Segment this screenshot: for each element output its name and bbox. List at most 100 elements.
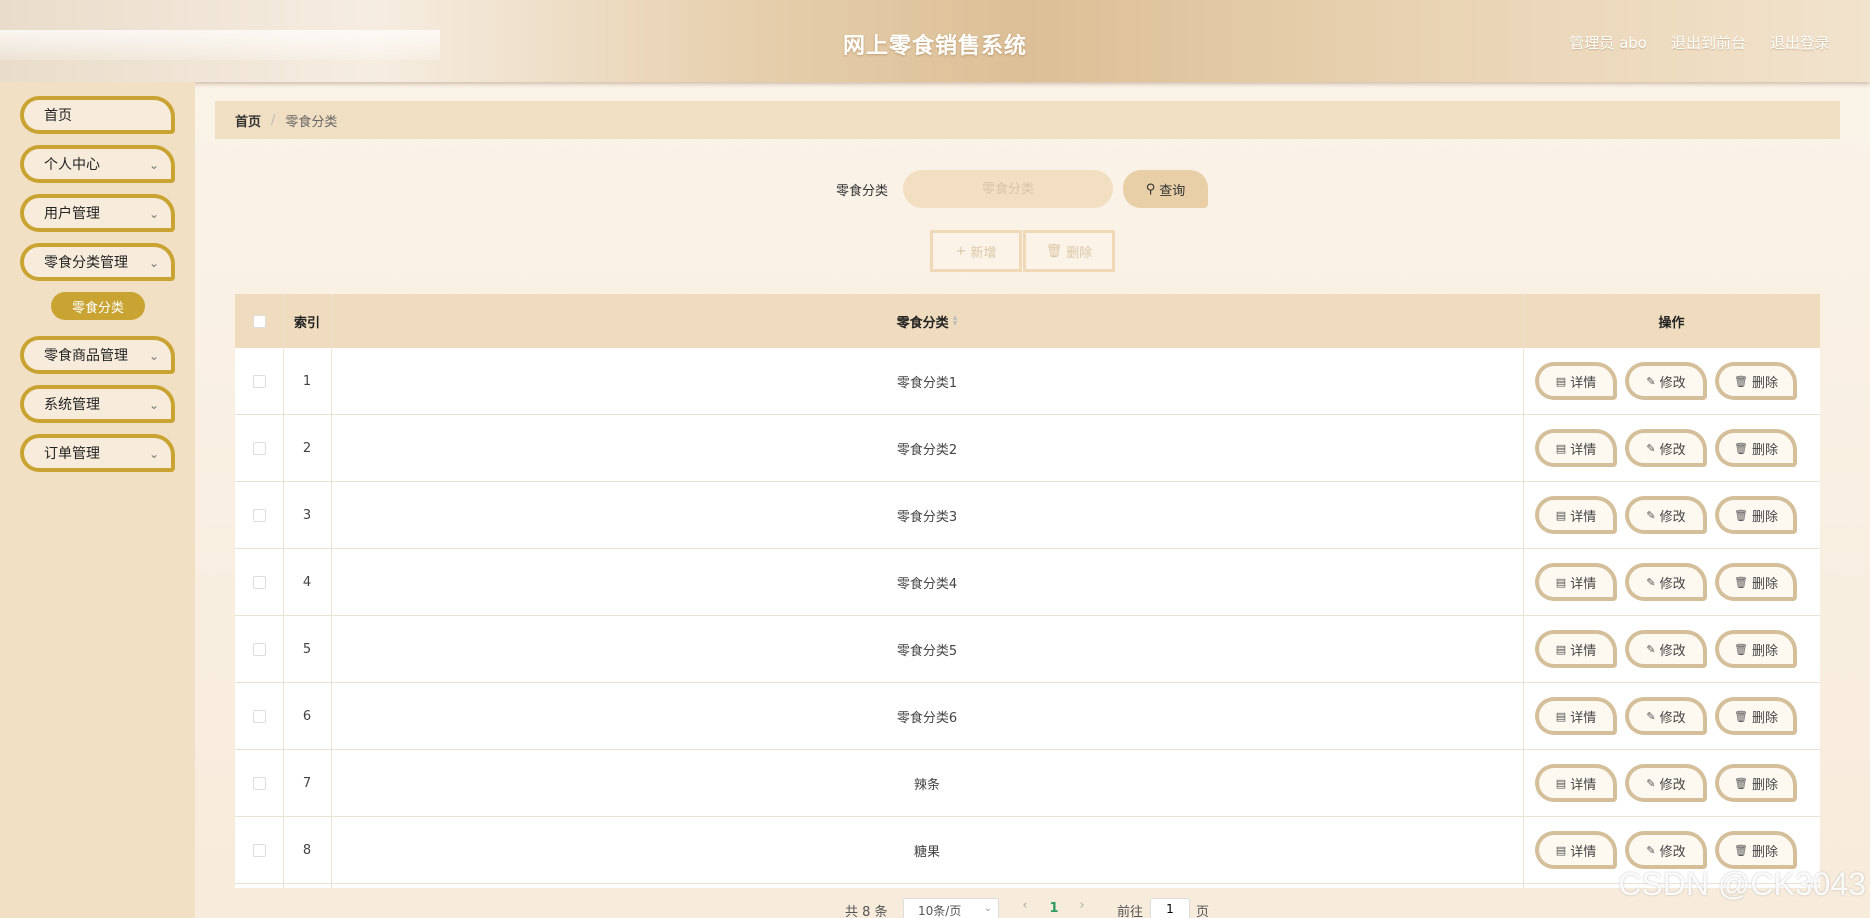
row-checkbox[interactable] (252, 844, 266, 857)
delete-button[interactable]: 🗑 删除 (1715, 630, 1797, 668)
table-row: 2 零食分类2 ▤ 详情 ✎ 修改 🗑 删除 (235, 415, 1820, 482)
delete-button-label: 删除 (1751, 643, 1778, 659)
edit-button-label: 修改 (1659, 710, 1686, 726)
delete-button[interactable]: 🗑 删除 (1715, 764, 1797, 802)
chevron-up-icon: ⌄ (148, 256, 159, 270)
row-checkbox[interactable] (252, 442, 266, 455)
edit-button[interactable]: ✎ 修改 (1625, 764, 1707, 802)
breadcrumb-current: 零食分类 (285, 114, 338, 130)
sidebar-item-product-management[interactable]: 零食商品管理 ⌄ (20, 336, 175, 374)
row-checkbox[interactable] (252, 643, 266, 656)
row-checkbox[interactable] (252, 509, 266, 522)
table-row: 7 辣条 ▤ 详情 ✎ 修改 🗑 删除 (235, 750, 1820, 817)
detail-button[interactable]: ▤ 详情 (1535, 362, 1617, 400)
detail-button[interactable]: ▤ 详情 (1535, 563, 1617, 601)
edit-button[interactable]: ✎ 修改 (1625, 362, 1707, 400)
edit-button[interactable]: ✎ 修改 (1625, 630, 1707, 668)
detail-button[interactable]: ▤ 详情 (1535, 831, 1617, 869)
batch-delete-button[interactable]: 🗑 删除 (1023, 230, 1115, 272)
edit-button-label: 修改 (1659, 576, 1686, 592)
delete-button[interactable]: 🗑 删除 (1715, 496, 1797, 534)
breadcrumb-home[interactable]: 首页 (235, 111, 261, 130)
next-page-icon[interactable]: › (1071, 898, 1093, 918)
search-button[interactable]: ⚲ 查询 (1123, 170, 1208, 208)
pagination: 共 8 条 10条/页 ⌄ ‹ 1 › 前往 页 (0, 898, 1870, 918)
header-category[interactable]: 零食分类 ▲ ▼ (331, 294, 1523, 348)
row-index: 6 (302, 709, 312, 724)
detail-button[interactable]: ▤ 详情 (1535, 697, 1617, 735)
delete-button[interactable]: 🗑 删除 (1715, 429, 1797, 467)
sidebar-item-user-management[interactable]: 用户管理 ⌄ (20, 194, 175, 232)
search-label: 零食分类 (836, 184, 889, 199)
submenu-item-category[interactable]: 零食分类 (51, 292, 145, 320)
edit-button-label: 修改 (1659, 375, 1686, 391)
add-button-label: 新增 (970, 245, 997, 261)
sidebar-item-personal-center[interactable]: 个人中心 ⌄ (20, 145, 175, 183)
edit-button[interactable]: ✎ 修改 (1625, 563, 1707, 601)
page-number[interactable]: 1 (1040, 898, 1068, 918)
edit-button[interactable]: ✎ 修改 (1625, 831, 1707, 869)
detail-button[interactable]: ▤ 详情 (1535, 764, 1617, 802)
chevron-down-icon: ⌄ (983, 903, 992, 914)
logout-link[interactable]: 退出登录 (1770, 32, 1830, 53)
goto-page-input[interactable] (1150, 898, 1190, 918)
search-button-label: 查询 (1159, 183, 1186, 199)
top-header: 网上零食销售系统 管理员 abo 退出到前台 退出登录 (0, 0, 1870, 82)
sort-icon[interactable]: ▲ ▼ (953, 315, 958, 327)
edit-button-label: 修改 (1659, 844, 1686, 860)
row-checkbox-cell (235, 750, 283, 817)
sidebar-item-category-management[interactable]: 零食分类管理 ⌄ (20, 243, 175, 281)
row-checkbox[interactable] (252, 710, 266, 723)
watermark: CSDN @CK3043 (1618, 866, 1866, 902)
edit-button[interactable]: ✎ 修改 (1625, 429, 1707, 467)
prev-page-icon[interactable]: ‹ (1014, 898, 1036, 918)
select-all-checkbox[interactable] (252, 314, 266, 328)
delete-button[interactable]: 🗑 删除 (1715, 362, 1797, 400)
detail-button-label: 详情 (1570, 442, 1597, 458)
pencil-icon: ✎ (1646, 709, 1656, 723)
trash-icon: 🗑 (1734, 776, 1748, 790)
table-row: 3 零食分类3 ▤ 详情 ✎ 修改 🗑 删除 (235, 482, 1820, 549)
delete-button-label: 删除 (1751, 844, 1778, 860)
table-row: 1 零食分类1 ▤ 详情 ✎ 修改 🗑 删除 (235, 348, 1820, 415)
breadcrumb-separator: / (271, 112, 276, 128)
sidebar-item-label: 订单管理 (44, 446, 100, 462)
delete-button-label: 删除 (1751, 710, 1778, 726)
row-checkbox[interactable] (252, 576, 266, 589)
admin-user-link[interactable]: 管理员 abo (1569, 32, 1647, 53)
table-row: 8 糖果 ▤ 详情 ✎ 修改 🗑 删除 (235, 817, 1820, 884)
row-checkbox[interactable] (252, 375, 266, 388)
document-icon: ▤ (1555, 441, 1567, 455)
edit-button[interactable]: ✎ 修改 (1625, 697, 1707, 735)
edit-button[interactable]: ✎ 修改 (1625, 496, 1707, 534)
detail-button[interactable]: ▤ 详情 (1535, 496, 1617, 534)
detail-button[interactable]: ▤ 详情 (1535, 429, 1617, 467)
edit-button-label: 修改 (1659, 442, 1686, 458)
category-search-input[interactable] (903, 170, 1113, 208)
delete-button[interactable]: 🗑 删除 (1715, 831, 1797, 869)
sidebar-item-label: 零食分类管理 (44, 255, 128, 271)
category-table: 索引 零食分类 ▲ ▼ 操作 1 零食分类1 ▤ 详情 ✎ 修改 🗑 删除 2 零食分类2 ▤ 详情 ✎ 修… (235, 294, 1820, 888)
row-checkbox-cell (235, 549, 283, 616)
sidebar-item-label: 零食商品管理 (44, 348, 128, 364)
add-button[interactable]: + 新增 (930, 230, 1022, 272)
row-checkbox[interactable] (252, 777, 266, 790)
detail-button[interactable]: ▤ 详情 (1535, 630, 1617, 668)
table-row: 6 零食分类6 ▤ 详情 ✎ 修改 🗑 删除 (235, 683, 1820, 750)
search-icon: ⚲ (1145, 181, 1156, 197)
edit-button-label: 修改 (1659, 777, 1686, 793)
page-size-select[interactable]: 10条/页 ⌄ (903, 898, 999, 918)
exit-to-front-link[interactable]: 退出到前台 (1671, 32, 1746, 53)
table-header: 索引 零食分类 ▲ ▼ 操作 (235, 294, 1820, 348)
sidebar-item-system-management[interactable]: 系统管理 ⌄ (20, 385, 175, 423)
row-checkbox-cell (235, 616, 283, 683)
delete-button[interactable]: 🗑 删除 (1715, 697, 1797, 735)
sidebar-item-order-management[interactable]: 订单管理 ⌄ (20, 434, 175, 472)
chevron-down-icon: ⌄ (148, 398, 159, 412)
goto-label: 前往 (1117, 905, 1144, 918)
sidebar-item-label: 个人中心 (44, 157, 100, 173)
delete-button[interactable]: 🗑 删除 (1715, 563, 1797, 601)
trash-icon: 🗑 (1045, 243, 1063, 259)
sidebar-item-home[interactable]: 首页 (20, 96, 175, 134)
header-checkbox-cell (235, 294, 283, 348)
